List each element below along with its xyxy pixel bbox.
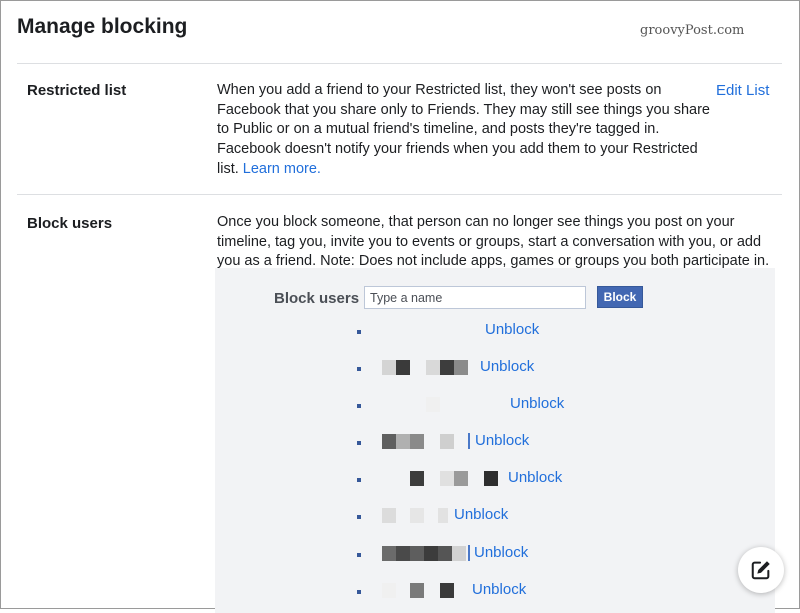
edit-list-link[interactable]: Edit List xyxy=(716,82,769,99)
blocked-user-item: Unblock xyxy=(0,469,800,493)
restricted-list-description: When you add a friend to your Restricted… xyxy=(217,81,717,180)
compose-icon xyxy=(750,559,772,581)
list-bullet xyxy=(357,367,361,371)
blocked-user-item: Unblock xyxy=(0,432,800,456)
list-bullet xyxy=(357,404,361,408)
blocked-user-item: Unblock xyxy=(0,358,800,382)
divider xyxy=(17,63,782,64)
blocked-user-item: Unblock xyxy=(0,395,800,419)
unblock-link[interactable]: Unblock xyxy=(474,544,528,561)
compose-button[interactable] xyxy=(738,547,784,593)
text-cursor xyxy=(468,545,470,561)
block-form-label: Block users xyxy=(274,290,360,307)
unblock-link[interactable]: Unblock xyxy=(454,506,508,523)
block-button[interactable]: Block xyxy=(597,286,643,308)
blocked-user-item: Unblock xyxy=(0,544,800,568)
learn-more-link[interactable]: Learn more. xyxy=(243,161,321,177)
list-bullet xyxy=(357,330,361,334)
list-bullet xyxy=(357,515,361,519)
list-bullet xyxy=(357,441,361,445)
page-title: Manage blocking xyxy=(17,15,188,38)
watermark: groovyPost.com xyxy=(640,23,745,38)
list-bullet xyxy=(357,590,361,594)
block-users-label: Block users xyxy=(27,215,113,232)
list-bullet xyxy=(357,478,361,482)
unblock-link[interactable]: Unblock xyxy=(475,432,529,449)
unblock-link[interactable]: Unblock xyxy=(510,395,564,412)
blocked-user-item: Unblock xyxy=(0,506,800,530)
text-cursor xyxy=(468,433,470,449)
block-name-input[interactable] xyxy=(364,286,586,309)
unblock-link[interactable]: Unblock xyxy=(472,581,526,598)
blocked-user-item: Unblock xyxy=(0,581,800,605)
unblock-link[interactable]: Unblock xyxy=(480,358,534,375)
restricted-list-label: Restricted list xyxy=(27,82,127,99)
divider xyxy=(17,194,782,195)
unblock-link[interactable]: Unblock xyxy=(508,469,562,486)
list-bullet xyxy=(357,553,361,557)
block-users-description: Once you block someone, that person can … xyxy=(217,214,770,270)
blocked-user-item: Unblock xyxy=(0,321,800,345)
unblock-link[interactable]: Unblock xyxy=(485,321,539,338)
